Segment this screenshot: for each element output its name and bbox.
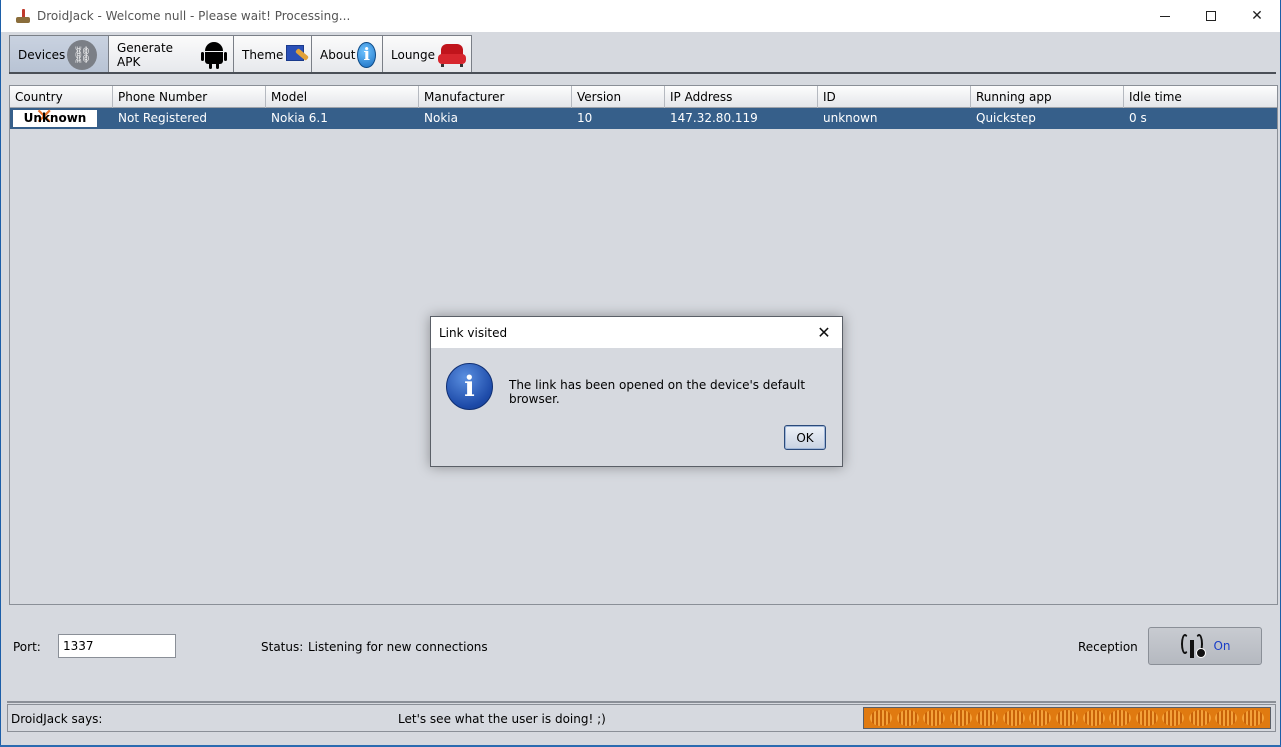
joystick-icon	[15, 8, 31, 24]
tab-label: About	[320, 47, 356, 62]
maximize-button[interactable]	[1188, 0, 1234, 32]
tab-label: Lounge	[391, 47, 436, 62]
version-cell: 10	[577, 111, 593, 125]
tab-divider	[9, 72, 1276, 74]
close-window-button[interactable]: ✕	[1234, 0, 1280, 32]
sofa-icon	[437, 42, 467, 68]
status-label: Status:	[261, 640, 304, 654]
dialog-title: Link visited	[439, 325, 508, 340]
id-cell: unknown	[823, 111, 878, 125]
link-icon: ⛓	[67, 39, 98, 70]
reception-state: On	[1213, 639, 1231, 653]
country-value: Unknown	[23, 111, 87, 125]
tab-about[interactable]: About i	[311, 35, 383, 73]
phone-cell: Not Registered	[118, 111, 207, 125]
idle-time-cell: 0 s	[1129, 111, 1147, 125]
column-header-phone[interactable]: Phone Number	[113, 86, 266, 108]
divider	[7, 701, 1276, 703]
ip-cell: 147.32.80.119	[670, 111, 758, 125]
unknown-flag: ✕ Unknown	[13, 108, 97, 129]
port-input[interactable]	[58, 634, 176, 658]
column-header-manufacturer[interactable]: Manufacturer	[419, 86, 572, 108]
activity-wave-indicator	[863, 707, 1271, 729]
tab-lounge[interactable]: Lounge	[382, 35, 472, 73]
running-app-cell: Quickstep	[976, 111, 1036, 125]
window-title: DroidJack - Welcome null - Please wait! …	[37, 9, 351, 23]
minimize-button[interactable]	[1142, 0, 1188, 32]
says-message: Let's see what the user is doing! ;)	[398, 712, 606, 726]
tab-generate-apk[interactable]: Generate APK	[108, 35, 234, 73]
says-label: DroidJack says:	[11, 712, 103, 726]
column-header-running-app[interactable]: Running app	[971, 86, 1124, 108]
column-header-idle-time[interactable]: Idle time	[1124, 86, 1277, 108]
antenna-icon	[1179, 632, 1207, 660]
app-window: DroidJack - Welcome null - Please wait! …	[0, 0, 1281, 745]
tab-label: Devices	[18, 47, 66, 62]
manufacturer-cell: Nokia	[424, 111, 458, 125]
android-icon	[201, 40, 227, 70]
theme-icon	[285, 42, 310, 68]
status-value: Listening for new connections	[308, 640, 488, 654]
table-row[interactable]: ✕ Unknown Not Registered Nokia 6.1 Nokia…	[10, 108, 1277, 129]
title-bar: DroidJack - Welcome null - Please wait! …	[1, 0, 1280, 32]
country-cell: ✕ Unknown	[10, 108, 113, 129]
info-icon: i	[446, 363, 493, 410]
reception-label: Reception	[1078, 640, 1138, 654]
tab-theme[interactable]: Theme	[233, 35, 312, 73]
dialog-message: The link has been opened on the device's…	[509, 378, 806, 406]
window-controls: ✕	[1142, 0, 1280, 32]
tab-label: Generate APK	[117, 40, 174, 69]
table-header: Country Phone Number Model Manufacturer …	[10, 86, 1277, 108]
close-icon: ✕	[1251, 8, 1263, 24]
info-icon: i	[357, 41, 376, 68]
column-header-model[interactable]: Model	[266, 86, 419, 108]
model-cell: Nokia 6.1	[271, 111, 328, 125]
ok-button[interactable]: OK	[784, 425, 826, 450]
port-label: Port:	[13, 640, 41, 654]
tab-devices[interactable]: Devices ⛓	[9, 35, 109, 73]
close-icon: ✕	[817, 322, 831, 342]
tab-bar: Devices ⛓ Generate APK Theme About i Lou…	[9, 35, 472, 73]
column-header-version[interactable]: Version	[572, 86, 665, 108]
minimize-icon	[1160, 15, 1170, 17]
reception-toggle-button[interactable]: On	[1148, 627, 1262, 665]
link-visited-dialog: Link visited ✕ i The link has been opene…	[430, 316, 843, 467]
dialog-close-button[interactable]: ✕	[814, 322, 834, 342]
tab-label: Theme	[242, 47, 284, 62]
status-bar: DroidJack says: Let's see what the user …	[7, 704, 1276, 732]
column-header-ip[interactable]: IP Address	[665, 86, 818, 108]
maximize-icon	[1206, 11, 1216, 21]
column-header-id[interactable]: ID	[818, 86, 971, 108]
dialog-title-bar: Link visited ✕	[431, 317, 842, 348]
column-header-country[interactable]: Country	[10, 86, 113, 108]
